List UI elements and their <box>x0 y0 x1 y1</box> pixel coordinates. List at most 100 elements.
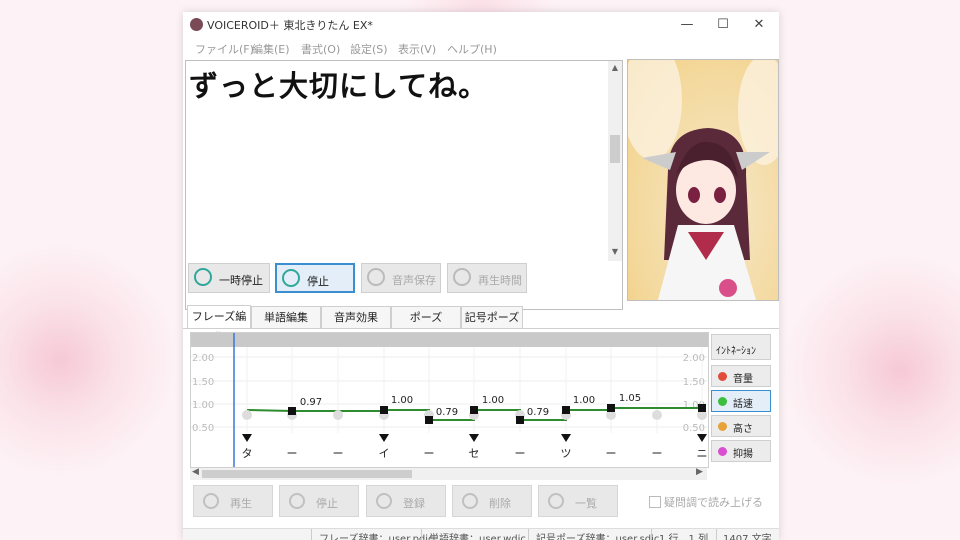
play-time-label: 再生時間 <box>478 274 522 287</box>
inflection-dot-icon <box>718 447 727 456</box>
graph-dot <box>333 410 343 420</box>
status-divider <box>651 529 652 540</box>
app-window: VOICEROID＋ 東北きりたん EX* — ☐ ✕ ファイル(F) 編集(E… <box>183 12 779 540</box>
menu-format[interactable]: 書式(O) <box>301 41 340 57</box>
editor-tabs: フレーズ編集 単語編集 音声効果 ポーズ 記号ポーズ <box>183 304 779 344</box>
kana-label: タ <box>242 447 253 460</box>
stop-icon <box>289 493 305 509</box>
speed-graph[interactable]: 2.00 2.001.50 1.501.00 1.000.50 0.500.97 1.00… <box>191 333 708 467</box>
window-title: VOICEROID＋ 東北きりたん EX* <box>207 19 373 32</box>
question-tone-label: 疑問調で読み上げる <box>664 496 763 509</box>
editor-text[interactable]: ずっと大切にしてね。 <box>189 63 488 105</box>
pause-button-label: 一時停止 <box>219 274 263 287</box>
status-position: 1 行、1 列 <box>659 534 709 540</box>
speed-value-label: 0.97 <box>300 397 322 408</box>
stop-icon <box>282 269 300 287</box>
menu-help[interactable]: ヘルプ(H) <box>447 41 497 57</box>
volume-dot-icon <box>718 372 727 381</box>
register-label: 登録 <box>403 497 425 510</box>
stop-phrase-label: 停止 <box>316 497 338 510</box>
scroll-thumb[interactable] <box>610 135 620 163</box>
speed-label: 話速 <box>733 399 753 410</box>
scroll-down-icon[interactable]: ▼ <box>608 247 622 256</box>
y-tick-label-left: 0.50 <box>192 423 214 434</box>
maximize-button[interactable]: ☐ <box>706 15 740 35</box>
kana-label: ニ <box>697 447 708 460</box>
play-label: 再生 <box>230 497 252 510</box>
phrase-graph-editor[interactable]: 2.00 2.00 1.50 1.50 1.00 1.00 0.50 0.50 0.97 1.00… <box>190 332 709 468</box>
tab-voice-effect[interactable]: 音声効果 <box>321 306 391 328</box>
menu-view[interactable]: 表示(V) <box>398 41 436 57</box>
register-button[interactable]: 登録 <box>366 485 446 517</box>
text-editor[interactable]: ずっと大切にしてね。 ▲ ▼ 一時停止 停止 音声保存 再生時間 <box>185 60 623 310</box>
speed-dot-icon <box>718 397 727 406</box>
speed-handle <box>470 406 478 414</box>
speed-handle <box>288 407 296 415</box>
kana-label: ー <box>333 447 344 460</box>
delete-label: 削除 <box>489 497 511 510</box>
tab-word-edit[interactable]: 単語編集 <box>251 306 321 328</box>
stop-button-label: 停止 <box>307 275 329 288</box>
kana-label: ツ <box>561 447 572 460</box>
save-audio-button[interactable]: 音声保存 <box>361 263 441 293</box>
scroll-right-icon[interactable]: ▶ <box>696 467 703 477</box>
play-time-button[interactable]: 再生時間 <box>447 263 527 293</box>
kana-label: イ <box>379 447 390 460</box>
speed-button[interactable]: 話速 <box>711 390 771 412</box>
y-tick-label-left: 2.00 <box>192 353 214 364</box>
speed-handle <box>698 404 706 412</box>
hscroll-thumb[interactable] <box>202 470 412 478</box>
kana-label: ー <box>515 447 526 460</box>
list-button[interactable]: 一覧 <box>538 485 618 517</box>
character-image <box>627 59 779 301</box>
y-tick-label-left: 1.00 <box>192 400 214 411</box>
pause-button[interactable]: 一時停止 <box>188 263 270 293</box>
speed-handle <box>380 406 388 414</box>
minimize-button[interactable]: — <box>670 15 704 35</box>
question-tone-checkbox[interactable] <box>649 496 661 508</box>
horizontal-scrollbar[interactable]: ◀ ▶ <box>190 467 707 480</box>
kana-label: ー <box>606 447 617 460</box>
kana-label: ー <box>287 447 298 460</box>
list-label: 一覧 <box>575 497 597 510</box>
pitch-button[interactable]: 高さ <box>711 415 771 437</box>
kana-label: セ <box>469 447 480 460</box>
accent-marker-icon <box>561 434 571 442</box>
speed-value-label: 1.00 <box>482 395 504 406</box>
stop-button[interactable]: 停止 <box>275 263 355 293</box>
y-tick-label-left: 1.50 <box>192 377 214 388</box>
speed-value-label: 0.79 <box>436 407 458 418</box>
stop-phrase-button[interactable]: 停止 <box>279 485 359 517</box>
tab-symbol-pause[interactable]: 記号ポーズ <box>461 306 523 328</box>
close-button[interactable]: ✕ <box>742 15 776 35</box>
status-divider <box>716 529 717 540</box>
status-chars: 1407 文字 <box>723 534 772 540</box>
menu-edit[interactable]: 編集(E) <box>252 41 290 57</box>
accent-marker-icon <box>379 434 389 442</box>
scroll-up-icon[interactable]: ▲ <box>608 63 622 72</box>
app-icon <box>190 18 203 31</box>
tab-pause[interactable]: ポーズ <box>391 306 461 328</box>
menu-file[interactable]: ファイル(F) <box>195 41 254 57</box>
volume-button[interactable]: 音量 <box>711 365 771 387</box>
character-illustration <box>628 60 778 300</box>
speed-handle <box>425 416 433 424</box>
speed-value-label: 0.79 <box>527 407 549 418</box>
delete-button[interactable]: 削除 <box>452 485 532 517</box>
inflection-button[interactable]: 抑揚 <box>711 440 771 462</box>
status-divider <box>528 529 529 540</box>
intonation-label: ｲﾝﾄﾈｰｼｮﾝ <box>716 346 756 357</box>
intonation-button[interactable]: ｲﾝﾄﾈｰｼｮﾝ <box>711 334 771 360</box>
speed-handle <box>562 406 570 414</box>
menu-bar: ファイル(F) 編集(E) 書式(O) 設定(S) 表示(V) ヘルプ(H) <box>183 38 779 58</box>
play-button[interactable]: 再生 <box>193 485 273 517</box>
accent-marker-icon <box>697 434 707 442</box>
status-word-dict: 単語辞書：user.wdic <box>429 534 526 540</box>
volume-label: 音量 <box>733 374 753 385</box>
menu-settings[interactable]: 設定(S) <box>350 41 388 57</box>
status-phrase-dict: フレーズ辞書：user.pdic <box>319 534 434 540</box>
scroll-left-icon[interactable]: ◀ <box>192 467 199 477</box>
vertical-scrollbar[interactable]: ▲ ▼ <box>608 61 622 261</box>
tab-phrase-edit[interactable]: フレーズ編集 <box>187 305 251 344</box>
status-symbol-dict: 記号ポーズ辞書：user.sdic <box>536 534 660 540</box>
